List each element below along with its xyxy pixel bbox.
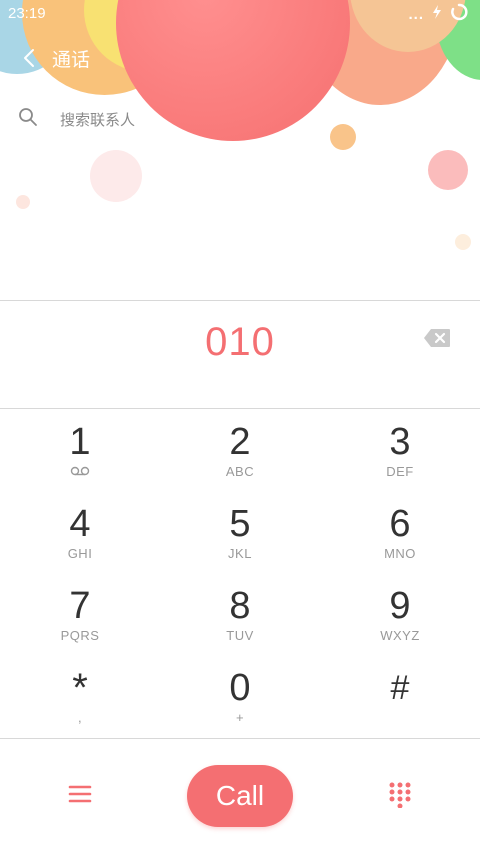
- key-9[interactable]: 9 WXYZ: [320, 574, 480, 656]
- search-placeholder: 搜索联系人: [60, 111, 136, 129]
- key-1[interactable]: 1: [0, 410, 160, 492]
- key-digit: *: [72, 666, 88, 710]
- key-5[interactable]: 5 JKL: [160, 492, 320, 574]
- key-letters: WXYZ: [380, 628, 420, 643]
- bubble-decoration: [428, 150, 468, 190]
- status-time: 23:19: [8, 5, 46, 22]
- charging-icon: [432, 5, 442, 23]
- bubble-decoration: [16, 195, 30, 209]
- key-digit: #: [390, 669, 410, 707]
- back-arrow-icon[interactable]: [18, 47, 40, 69]
- backspace-icon[interactable]: [423, 328, 451, 348]
- key-digit: 8: [229, 585, 251, 627]
- key-digit: 6: [389, 503, 411, 545]
- key-star[interactable]: * ,: [0, 656, 160, 738]
- voicemail-icon: [70, 464, 90, 482]
- menu-icon[interactable]: [68, 784, 92, 804]
- key-digit: 1: [69, 421, 91, 463]
- key-8[interactable]: 8 TUV: [160, 574, 320, 656]
- app-header: 通话: [0, 36, 480, 80]
- key-4[interactable]: 4 GHI: [0, 492, 160, 574]
- more-dots: ...: [408, 5, 424, 23]
- key-letters: TUV: [226, 628, 254, 643]
- key-letters: GHI: [67, 546, 93, 561]
- key-letters: JKL: [228, 546, 252, 561]
- key-letters: ABC: [225, 464, 255, 479]
- search-icon: [18, 107, 38, 132]
- key-letters: DEF: [386, 464, 414, 479]
- bubble-decoration: [90, 150, 142, 202]
- divider: [0, 408, 480, 409]
- call-button[interactable]: Call: [187, 765, 293, 827]
- bubble-decoration: [455, 234, 471, 250]
- key-digit: 9: [389, 585, 411, 627]
- bubble-decoration: [330, 124, 356, 150]
- dialed-number: 010: [205, 320, 275, 364]
- divider: [0, 300, 480, 301]
- dialpad-icon[interactable]: [388, 782, 412, 809]
- key-digit: 0: [229, 667, 251, 709]
- key-letters: +: [235, 710, 245, 725]
- key-2[interactable]: 2 ABC: [160, 410, 320, 492]
- key-letters: ,: [77, 710, 83, 725]
- key-digit: 3: [389, 421, 411, 463]
- bottom-bar: Call: [0, 739, 480, 853]
- key-hash[interactable]: #: [320, 656, 480, 738]
- key-0[interactable]: 0 +: [160, 656, 320, 738]
- search-contacts[interactable]: 搜索联系人: [18, 104, 318, 134]
- key-6[interactable]: 6 MNO: [320, 492, 480, 574]
- key-digit: 7: [69, 585, 91, 627]
- key-digit: 2: [229, 421, 251, 463]
- key-digit: 4: [69, 503, 91, 545]
- status-bar: 23:19 ...: [0, 0, 480, 28]
- key-letters: MNO: [384, 546, 416, 561]
- battery-ring-icon: [450, 3, 468, 25]
- page-title: 通话: [52, 49, 91, 71]
- key-digit: 5: [229, 503, 251, 545]
- status-icons: ...: [408, 3, 468, 25]
- key-letters: PQRS: [60, 628, 100, 643]
- key-3[interactable]: 3 DEF: [320, 410, 480, 492]
- key-7[interactable]: 7 PQRS: [0, 574, 160, 656]
